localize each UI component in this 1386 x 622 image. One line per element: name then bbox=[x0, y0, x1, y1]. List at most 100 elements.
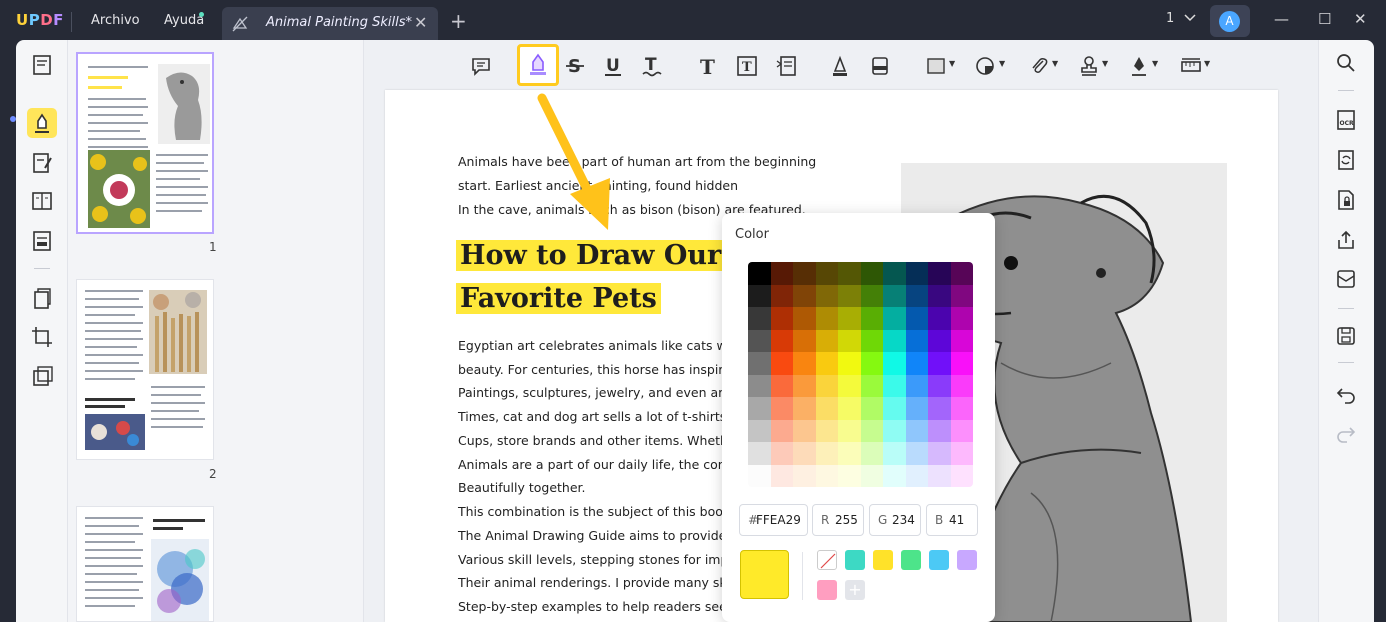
palette-cell[interactable] bbox=[905, 419, 928, 442]
caret-down-icon[interactable]: ▼ bbox=[1204, 59, 1210, 68]
palette-cell[interactable] bbox=[770, 262, 793, 285]
palette-cell[interactable] bbox=[860, 374, 883, 397]
palette-cell[interactable] bbox=[883, 262, 906, 285]
palette-cell[interactable] bbox=[838, 284, 861, 307]
caret-down-icon[interactable]: ▼ bbox=[949, 59, 955, 68]
palette-cell[interactable] bbox=[860, 329, 883, 352]
palette-cell[interactable] bbox=[793, 307, 816, 330]
hex-field[interactable]: # FFEA29 bbox=[739, 504, 808, 536]
palette-cell[interactable] bbox=[950, 397, 973, 420]
palette-cell[interactable] bbox=[950, 307, 973, 330]
palette-cell[interactable] bbox=[815, 329, 838, 352]
palette-cell[interactable] bbox=[883, 352, 906, 375]
caret-down-icon[interactable]: ▼ bbox=[1052, 59, 1058, 68]
palette-cell[interactable] bbox=[928, 419, 951, 442]
palette-cell[interactable] bbox=[905, 374, 928, 397]
page-selector[interactable]: 1 bbox=[1166, 11, 1196, 26]
save-icon[interactable] bbox=[1335, 325, 1357, 347]
sticker-tool[interactable] bbox=[972, 54, 998, 78]
palette-cell[interactable] bbox=[815, 307, 838, 330]
close-window-button[interactable]: ✕ bbox=[1354, 10, 1367, 28]
palette-cell[interactable] bbox=[928, 329, 951, 352]
palette-cell[interactable] bbox=[883, 419, 906, 442]
preset-swatch-pink[interactable] bbox=[817, 580, 837, 600]
palette-cell[interactable] bbox=[793, 262, 816, 285]
reader-mode-button[interactable] bbox=[27, 50, 57, 80]
palette-cell[interactable] bbox=[793, 352, 816, 375]
palette-cell[interactable] bbox=[950, 442, 973, 465]
palette-cell[interactable] bbox=[883, 374, 906, 397]
crop-button[interactable] bbox=[27, 322, 57, 352]
attachment-tool[interactable] bbox=[1026, 54, 1052, 78]
caret-down-icon[interactable]: ▼ bbox=[1152, 59, 1158, 68]
palette-cell[interactable] bbox=[815, 397, 838, 420]
edit-mode-button[interactable] bbox=[27, 148, 57, 178]
strikethrough-tool[interactable]: S bbox=[562, 54, 588, 78]
palette-cell[interactable] bbox=[928, 284, 951, 307]
palette-cell[interactable] bbox=[793, 397, 816, 420]
palette-cell[interactable] bbox=[770, 307, 793, 330]
stamp-tool[interactable] bbox=[1076, 54, 1102, 78]
close-tab-icon[interactable]: ✕ bbox=[414, 13, 427, 32]
palette-cell[interactable] bbox=[883, 284, 906, 307]
palette-cell[interactable] bbox=[905, 464, 928, 487]
palette-cell[interactable] bbox=[793, 374, 816, 397]
palette-cell[interactable] bbox=[905, 329, 928, 352]
palette-cell[interactable] bbox=[770, 329, 793, 352]
share-icon[interactable] bbox=[1335, 229, 1357, 251]
palette-cell[interactable] bbox=[950, 419, 973, 442]
palette-cell[interactable] bbox=[860, 464, 883, 487]
palette-cell[interactable] bbox=[928, 262, 951, 285]
palette-cell[interactable] bbox=[860, 352, 883, 375]
minimize-button[interactable]: — bbox=[1274, 10, 1289, 28]
redo-icon[interactable] bbox=[1335, 422, 1357, 444]
palette-cell[interactable] bbox=[905, 262, 928, 285]
palette-cell[interactable] bbox=[905, 442, 928, 465]
palette-cell[interactable] bbox=[748, 419, 771, 442]
blue-field[interactable]: B 41 bbox=[926, 504, 978, 536]
palette-cell[interactable] bbox=[770, 464, 793, 487]
palette-cell[interactable] bbox=[748, 352, 771, 375]
palette-cell[interactable] bbox=[928, 442, 951, 465]
ocr-icon[interactable]: OCR bbox=[1335, 109, 1357, 131]
add-swatch-button[interactable]: + bbox=[845, 580, 865, 600]
convert-icon[interactable] bbox=[1335, 149, 1357, 171]
underline-tool[interactable]: U bbox=[600, 54, 626, 78]
palette-cell[interactable] bbox=[860, 442, 883, 465]
palette-cell[interactable] bbox=[860, 307, 883, 330]
new-tab-button[interactable]: + bbox=[450, 9, 467, 33]
palette-cell[interactable] bbox=[905, 284, 928, 307]
text-callout-tool[interactable] bbox=[773, 54, 799, 78]
palette-cell[interactable] bbox=[793, 329, 816, 352]
palette-cell[interactable] bbox=[770, 352, 793, 375]
protect-icon[interactable] bbox=[1335, 189, 1357, 211]
highlighted-heading[interactable]: How to Draw Our bbox=[456, 240, 726, 271]
palette-cell[interactable] bbox=[950, 352, 973, 375]
palette-cell[interactable] bbox=[748, 307, 771, 330]
caret-down-icon[interactable]: ▼ bbox=[1102, 59, 1108, 68]
account-button[interactable]: A bbox=[1210, 5, 1250, 37]
comment-mode-button[interactable] bbox=[27, 108, 57, 138]
shape-tool[interactable] bbox=[923, 54, 949, 78]
palette-cell[interactable] bbox=[815, 284, 838, 307]
signature-tool[interactable] bbox=[1126, 54, 1152, 78]
text-box-tool[interactable]: T bbox=[734, 54, 760, 78]
green-field[interactable]: G 234 bbox=[869, 504, 921, 536]
eraser-tool[interactable] bbox=[867, 54, 893, 78]
palette-cell[interactable] bbox=[793, 284, 816, 307]
highlight-tool[interactable] bbox=[525, 53, 551, 77]
palette-cell[interactable] bbox=[860, 397, 883, 420]
palette-cell[interactable] bbox=[838, 329, 861, 352]
maximize-button[interactable]: ☐ bbox=[1318, 10, 1331, 28]
palette-cell[interactable] bbox=[928, 464, 951, 487]
page-thumbnail-1[interactable] bbox=[76, 52, 214, 234]
preset-swatch-yellow[interactable] bbox=[873, 550, 893, 570]
palette-cell[interactable] bbox=[770, 284, 793, 307]
palette-cell[interactable] bbox=[950, 284, 973, 307]
palette-cell[interactable] bbox=[883, 464, 906, 487]
palette-cell[interactable] bbox=[838, 464, 861, 487]
palette-cell[interactable] bbox=[815, 464, 838, 487]
palette-cell[interactable] bbox=[928, 352, 951, 375]
palette-cell[interactable] bbox=[883, 329, 906, 352]
squiggly-tool[interactable]: T bbox=[639, 54, 665, 78]
